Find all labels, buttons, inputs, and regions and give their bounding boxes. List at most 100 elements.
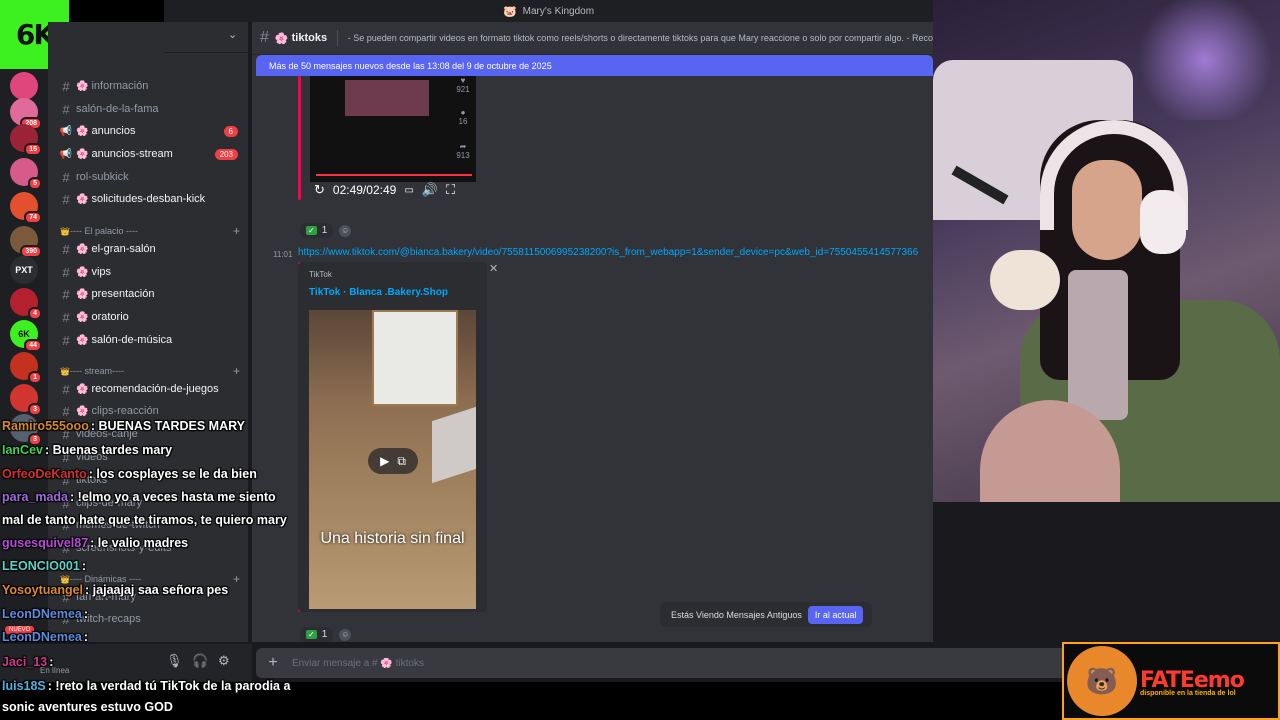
stream-chat-message: sonic aventures estuvo GOD xyxy=(2,700,173,714)
chat-username: Yosoytuangel xyxy=(2,583,84,597)
server-icon[interactable]: 5 xyxy=(10,158,42,190)
channel-category[interactable]: 👑 ---- El palacio ---- + xyxy=(60,224,240,238)
category-label: ---- El palacio ---- xyxy=(69,226,138,236)
server-icon[interactable]: 1 xyxy=(10,352,42,384)
embed-provider: TikTok xyxy=(309,270,332,279)
message-input[interactable] xyxy=(290,656,694,670)
fullscreen-icon[interactable]: ⛶ xyxy=(446,182,455,198)
channel-item[interactable]: # rol-subkick xyxy=(56,167,244,187)
embed-title[interactable]: TikTok · Blanca .Bakery.Shop xyxy=(309,287,448,298)
replay-icon[interactable]: ↻ xyxy=(314,182,325,198)
channel-item[interactable]: # 🌸 presentación xyxy=(56,284,244,304)
add-channel-icon[interactable]: + xyxy=(233,224,240,238)
channel-category[interactable]: 👑 ---- stream---- + xyxy=(60,364,240,378)
webcam-tumbler xyxy=(1068,270,1128,420)
channel-item[interactable]: 📢 🌸 anuncios 6 xyxy=(56,121,244,141)
megaphone-icon: 📢 xyxy=(59,148,73,160)
stream-chat-message: LeonDNemea: xyxy=(2,630,88,644)
mention-badge: 5 xyxy=(28,177,42,190)
chat-text: : BUENAS TARDES MARY xyxy=(90,419,246,433)
channel-item[interactable]: # salón-de-la-fama xyxy=(56,99,244,119)
stream-chat-message: LeonDNemea: xyxy=(2,607,88,621)
crown-icon: 👑 xyxy=(60,226,70,236)
add-channel-icon[interactable]: + xyxy=(233,572,240,586)
mention-badge: 3 xyxy=(28,403,42,416)
channel-label: solicitudes-desban-kick xyxy=(91,193,206,205)
close-icon[interactable]: ✕ xyxy=(489,262,498,275)
chat-username: LeonDNemea xyxy=(2,607,82,621)
channel-item[interactable]: 📢 🌸 anuncios-stream 203 xyxy=(56,144,244,164)
microphone-icon[interactable]: 🎙 xyxy=(166,653,183,669)
add-channel-icon[interactable]: + xyxy=(233,364,240,378)
headphones-icon[interactable]: 🎧 xyxy=(192,653,208,669)
channel-label: salón-de-la-fama xyxy=(76,103,159,115)
server-icon[interactable]: 208 xyxy=(10,98,42,130)
video-progress-bar[interactable] xyxy=(316,174,472,176)
server-icon[interactable] xyxy=(10,72,38,100)
check-reaction[interactable]: ✓ 1 xyxy=(300,223,334,238)
flower-icon: 🌸 xyxy=(274,32,289,45)
channel-item[interactable]: # 🌸 el-gran-salón xyxy=(56,239,244,259)
captions-icon[interactable]: ▭ xyxy=(404,185,413,196)
server-emoji-icon: 🐷 xyxy=(502,5,517,18)
server-icon[interactable]: 390 xyxy=(10,226,42,258)
message-link[interactable]: https://www.tiktok.com/@bianca.bakery/vi… xyxy=(298,247,933,258)
message-timestamp: 11:01 xyxy=(273,250,293,259)
chevron-down-icon[interactable]: ⌄ xyxy=(228,28,237,41)
new-messages-bar[interactable]: Más de 50 mensajes nuevos desde las 13:0… xyxy=(256,55,933,76)
server-icon[interactable]: 15 xyxy=(10,124,42,156)
flower-icon: 🌸 xyxy=(76,288,89,300)
hash-icon: # xyxy=(62,381,70,397)
hash-icon: # xyxy=(62,169,70,185)
channel-item[interactable]: # 🌸 clips-reacción xyxy=(56,401,244,421)
chat-username: Ramiro555ooo xyxy=(2,419,89,433)
chat-text: : le valio madres xyxy=(90,536,189,550)
chat-username: OrfeoDeKanto xyxy=(2,467,87,481)
chat-username: LeonDNemea xyxy=(2,630,82,644)
server-icon[interactable]: 74 xyxy=(10,192,42,224)
flower-icon: 🌸 xyxy=(76,125,89,137)
server-icon[interactable]: 4 xyxy=(10,288,42,320)
volume-icon[interactable]: 🔊 xyxy=(422,182,438,198)
play-button[interactable]: ▶ ⧉ xyxy=(368,448,418,474)
message-composer: + xyxy=(256,648,1076,678)
video-time: 02:49/02:49 xyxy=(332,183,397,197)
add-reaction-icon[interactable]: ☺ xyxy=(339,224,352,237)
check-reaction[interactable]: ✓ 1 xyxy=(300,627,334,642)
channel-item[interactable]: # 🌸 salón-de-música xyxy=(56,330,244,350)
channel-item[interactable]: # 🌸 información xyxy=(56,76,244,96)
flower-icon: 🌸 xyxy=(76,311,89,323)
chat-username: luis18S xyxy=(2,679,46,693)
webcam-bow xyxy=(990,250,1060,310)
open-external-icon[interactable]: ⧉ xyxy=(397,454,406,469)
server-icon[interactable]: 6K 44 xyxy=(10,320,42,352)
chat-text: : xyxy=(83,607,89,621)
channel-name: tiktoks xyxy=(291,32,328,44)
server-icon[interactable]: 3 xyxy=(10,384,42,416)
settings-gear-icon[interactable]: ⚙ xyxy=(218,653,230,669)
add-reaction-icon[interactable]: ☺ xyxy=(339,628,352,641)
add-attachment-icon[interactable]: + xyxy=(256,654,290,672)
channel-item[interactable]: # 🌸 oratorio xyxy=(56,307,244,327)
mention-badge: 203 xyxy=(214,148,238,160)
jump-to-present-button[interactable]: Ir al actual xyxy=(807,605,864,624)
server-label: PXT xyxy=(15,265,33,275)
chat-username: gusesquivel87 xyxy=(2,536,89,550)
chat-text: : xyxy=(49,655,54,669)
reaction-count: 1 xyxy=(321,629,328,640)
channel-label: vips xyxy=(91,266,112,278)
channel-item[interactable]: # 🌸 recomendación-de-juegos xyxy=(56,379,244,399)
chat-text: sonic aventures estuvo GOD xyxy=(2,700,173,714)
thumbnail-fridge xyxy=(372,310,458,406)
hash-icon: # xyxy=(62,78,70,94)
shares-stat: ➦ 913 xyxy=(456,142,470,160)
webcam-headphone-cup xyxy=(1140,190,1186,254)
channel-item[interactable]: # 🌸 vips xyxy=(56,262,244,282)
mention-badge: 15 xyxy=(24,143,42,156)
mention-badge: 44 xyxy=(24,339,42,352)
channel-topic[interactable]: - Se pueden compartir videos en formato … xyxy=(348,33,933,43)
crown-icon: 👑 xyxy=(60,366,70,376)
channel-label: anuncios-stream xyxy=(91,148,173,160)
channel-item[interactable]: # 🌸 solicitudes-desban-kick xyxy=(56,189,244,209)
server-icon[interactable]: PXT xyxy=(10,256,38,284)
